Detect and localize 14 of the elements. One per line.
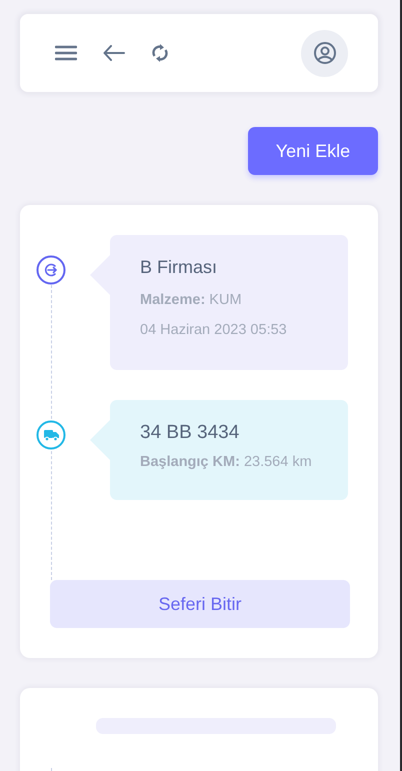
add-new-button[interactable]: Yeni Ekle: [248, 127, 378, 175]
finish-trip-button[interactable]: Seferi Bitir: [50, 580, 350, 628]
refresh-icon[interactable]: [151, 43, 169, 63]
entry-detail: 04 Haziran 2023 05:53: [140, 321, 288, 340]
back-arrow-icon[interactable]: [103, 45, 125, 61]
entry-title: B Firması: [140, 257, 218, 278]
entry-detail: Malzeme: KUM: [140, 291, 243, 310]
menu-icon[interactable]: [55, 45, 77, 61]
user-icon: [312, 41, 336, 65]
truck-icon: [36, 420, 66, 450]
entry-detail: Başlangıç KM: 23.564 km: [140, 453, 313, 472]
exit-icon: [36, 255, 66, 285]
profile-button[interactable]: [301, 30, 348, 76]
entry-title: 34 BB 3434: [140, 422, 240, 444]
